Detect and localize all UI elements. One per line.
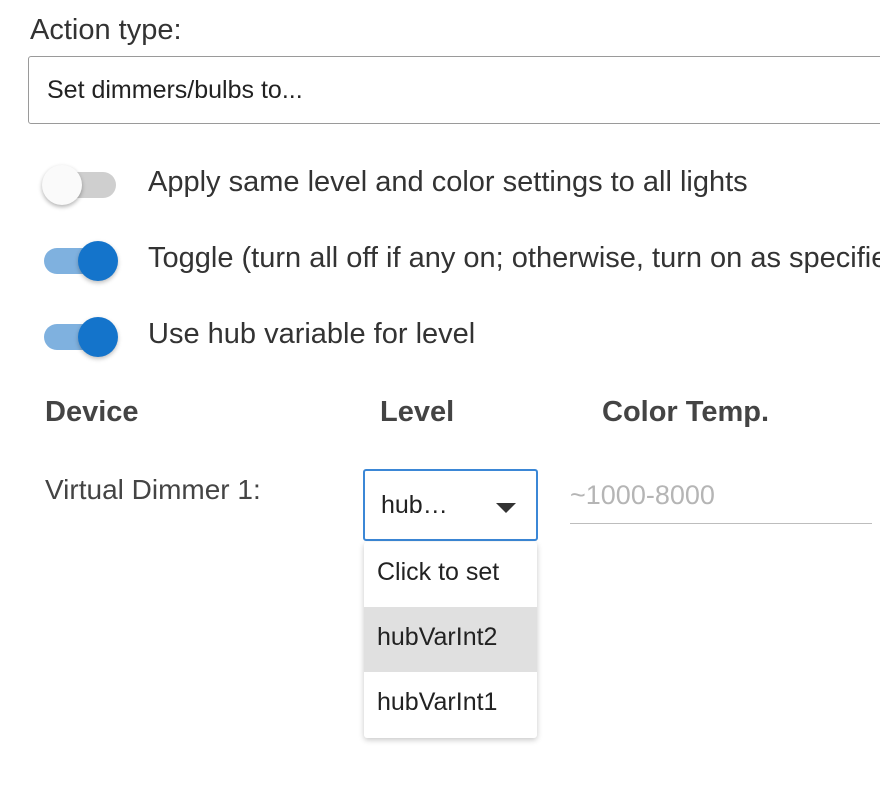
column-header-color-temp: Color Temp.	[602, 396, 770, 428]
hub-variable-label: Use hub variable for level	[148, 318, 476, 350]
toggle-thumb	[78, 317, 118, 357]
level-dropdown-menu: Click to set hubVarInt2 hubVarInt1	[364, 542, 537, 738]
action-settings-panel: Action type: Set dimmers/bulbs to... App…	[0, 0, 880, 808]
dropdown-option-hubvarint1[interactable]: hubVarInt1	[364, 672, 537, 737]
level-select[interactable]: hub…	[363, 469, 538, 541]
device-name: Virtual Dimmer 1:	[45, 474, 261, 505]
caret-down-icon	[496, 503, 516, 513]
column-header-device: Device	[45, 396, 139, 428]
toggle-thumb	[78, 241, 118, 281]
dropdown-option-click-to-set[interactable]: Click to set	[364, 542, 537, 607]
switch-row-same-settings: Apply same level and color settings to a…	[42, 160, 880, 210]
toggle-mode-toggle[interactable]	[42, 236, 118, 286]
same-settings-toggle[interactable]	[42, 160, 118, 210]
switch-row-toggle: Toggle (turn all off if any on; otherwis…	[42, 236, 880, 286]
action-type-select[interactable]: Set dimmers/bulbs to...	[28, 56, 880, 124]
action-type-selected-value: Set dimmers/bulbs to...	[47, 76, 303, 104]
level-selected-value: hub…	[381, 491, 448, 519]
switch-row-hub-variable: Use hub variable for level	[42, 312, 880, 362]
dropdown-option-hubvarint2[interactable]: hubVarInt2	[364, 607, 537, 672]
action-type-label: Action type:	[30, 14, 182, 46]
toggle-mode-label: Toggle (turn all off if any on; otherwis…	[148, 242, 880, 274]
color-temp-input[interactable]: ~1000-8000	[570, 472, 872, 524]
toggle-thumb	[42, 165, 82, 205]
column-header-level: Level	[380, 396, 455, 428]
same-settings-label: Apply same level and color settings to a…	[148, 166, 748, 198]
hub-variable-toggle[interactable]	[42, 312, 118, 362]
color-temp-placeholder: ~1000-8000	[570, 480, 715, 510]
